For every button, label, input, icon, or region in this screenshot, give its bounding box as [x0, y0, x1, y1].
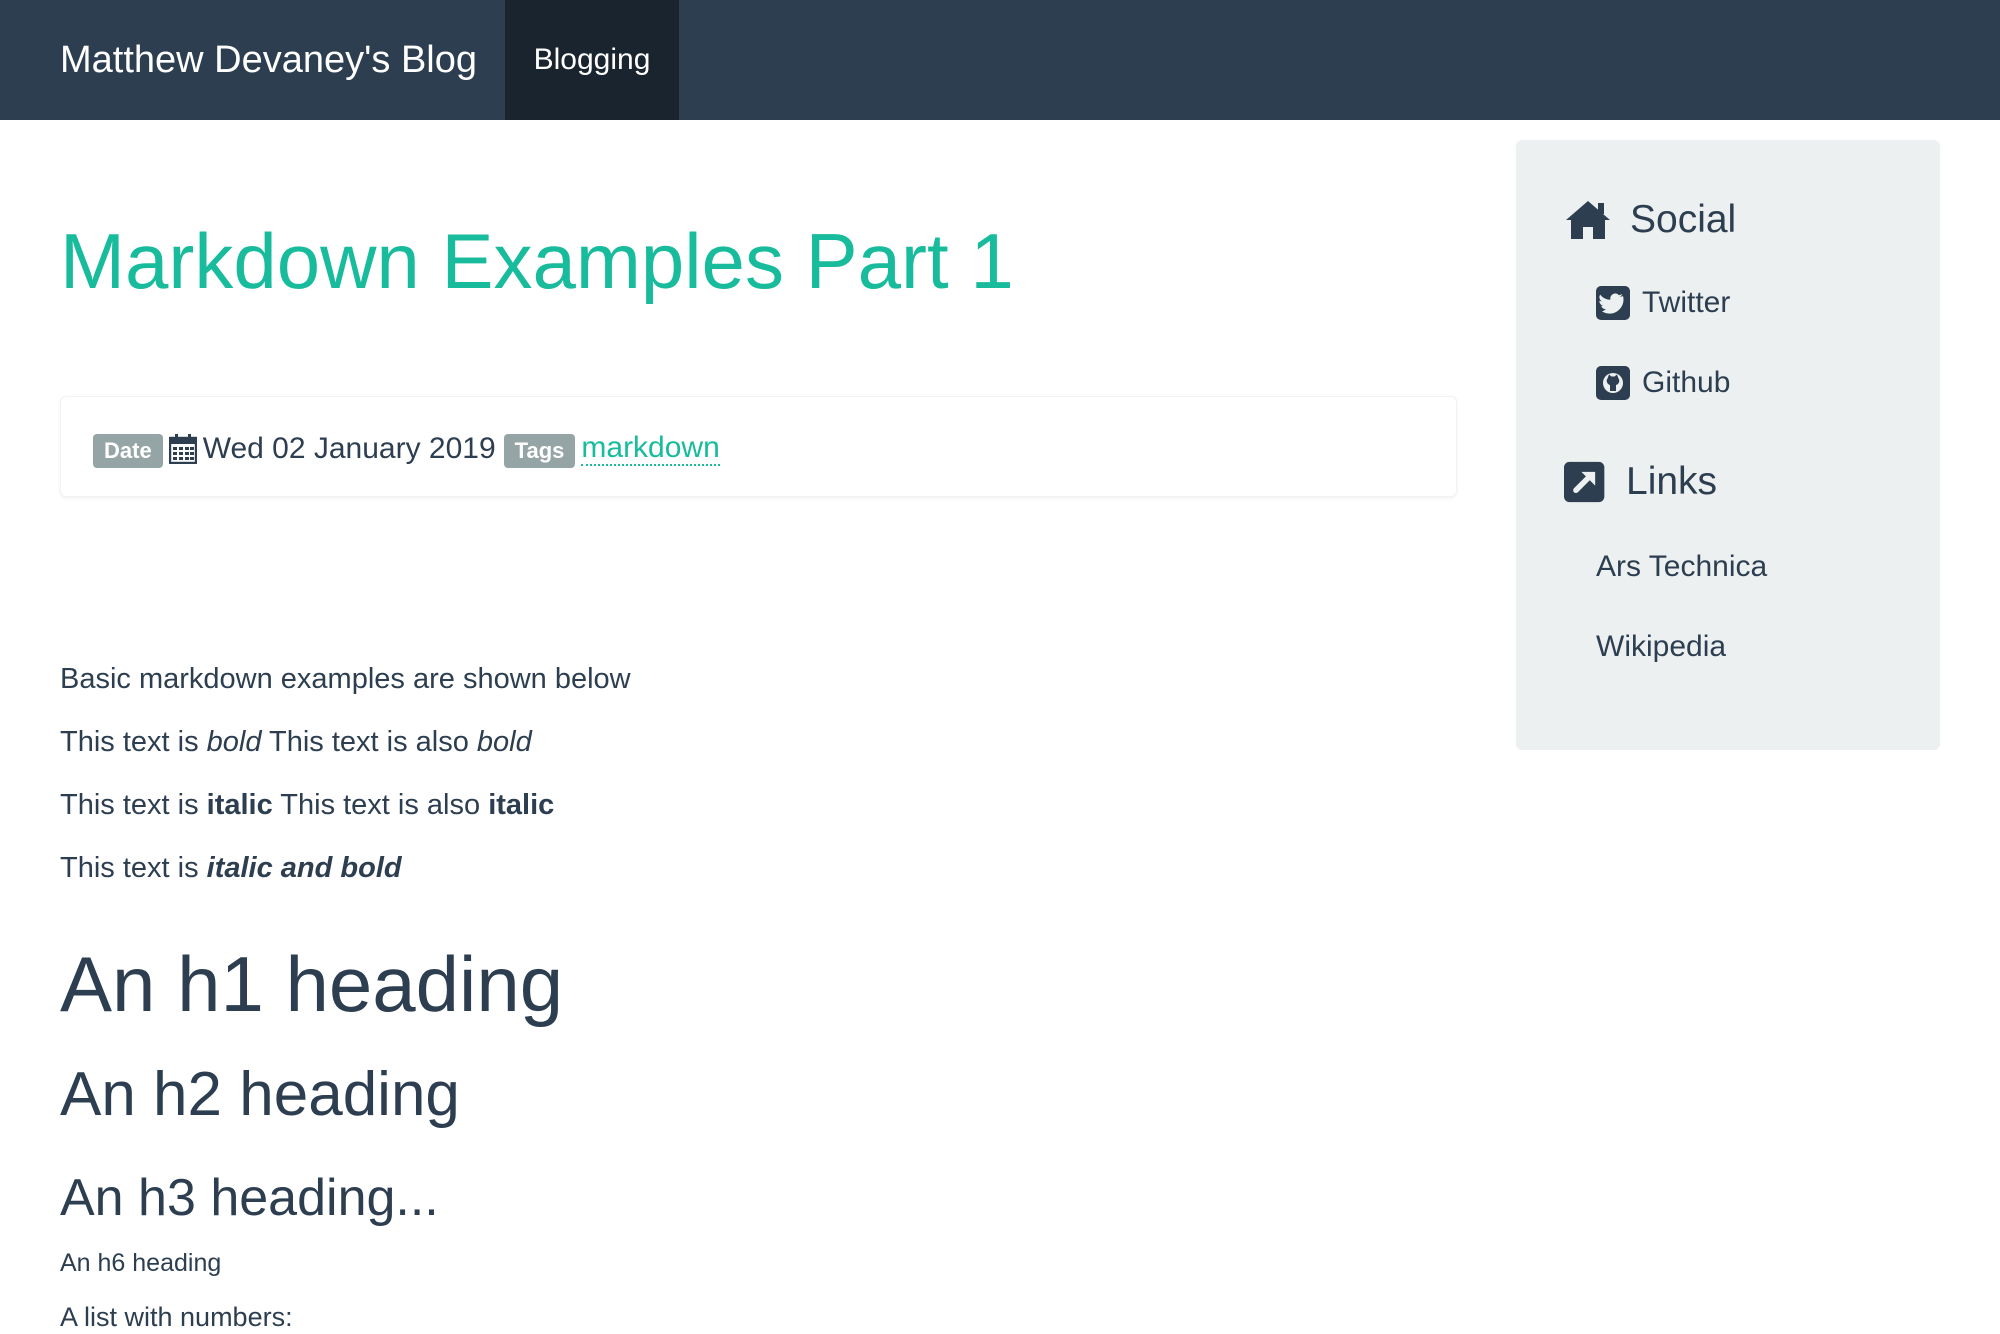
sidebar-heading-social: Social	[1564, 198, 1736, 242]
twitter-icon	[1596, 286, 1630, 320]
intro-paragraph: Basic markdown examples are shown below	[60, 663, 631, 695]
italic-prefix-1: This text is	[60, 789, 207, 821]
navbar: Matthew Devaney's Blog Blogging	[0, 0, 2000, 120]
tags-label: Tags	[503, 434, 576, 468]
sidebar-links-title: Links	[1626, 460, 1718, 503]
sidebar-link-ars-technica[interactable]: Ars Technica	[1596, 550, 1767, 584]
bold-italic-paragraph: This text is italic and bold	[60, 851, 402, 885]
date-label: Date	[93, 434, 163, 468]
h3-heading: An h3 heading...	[60, 1169, 439, 1227]
italic-text-2: italic	[488, 789, 555, 821]
h2-heading: An h2 heading	[60, 1060, 460, 1129]
post-date: Wed 02 January 2019	[202, 432, 496, 465]
h1-heading: An h1 heading	[60, 940, 564, 1028]
bold-paragraph: This text is bold This text is also bold	[60, 725, 532, 759]
home-icon	[1566, 201, 1610, 239]
sidebar-link-label: Github	[1642, 366, 1731, 399]
blog-brand-link[interactable]: Matthew Devaney's Blog	[60, 0, 477, 120]
sidebar-link-github[interactable]: Github	[1596, 366, 1730, 400]
external-link-icon	[1564, 461, 1605, 503]
sidebar-link-label: Twitter	[1642, 286, 1731, 319]
sidebar-link-twitter[interactable]: Twitter	[1596, 286, 1730, 320]
github-icon	[1596, 366, 1630, 400]
italic-prefix-2: This text is also	[272, 789, 489, 821]
sidebar: Social Twitter Github Links Ars Technica…	[1516, 140, 1940, 750]
calendar-icon	[168, 434, 197, 464]
sidebar-social-title: Social	[1630, 198, 1737, 241]
post-title: Markdown Examples Part 1	[60, 217, 1014, 305]
tag-link-markdown[interactable]: markdown	[581, 432, 720, 466]
post-meta-box: Date Wed 02 January 2019 Tags markdown	[60, 396, 1457, 497]
italic-text-1: italic	[206, 789, 273, 821]
italic-paragraph: This text is italic This text is also it…	[60, 788, 554, 822]
sidebar-link-wikipedia[interactable]: Wikipedia	[1596, 630, 1726, 664]
bold-text-1: bold	[206, 726, 262, 758]
bold-text-2: bold	[476, 726, 532, 758]
sidebar-heading-links: Links	[1564, 460, 1717, 504]
h6-heading: An h6 heading	[60, 1249, 222, 1277]
list-intro-paragraph: A list with numbers:	[60, 1302, 293, 1332]
nav-item-blogging[interactable]: Blogging	[505, 0, 679, 120]
bold-italic-text: italic and bold	[206, 852, 402, 884]
bold-prefix-2: This text is also	[261, 726, 477, 758]
bold-prefix-1: This text is	[60, 726, 207, 758]
bold-italic-prefix: This text is	[60, 852, 207, 884]
post-meta-row: Date Wed 02 January 2019 Tags markdown	[93, 431, 720, 468]
